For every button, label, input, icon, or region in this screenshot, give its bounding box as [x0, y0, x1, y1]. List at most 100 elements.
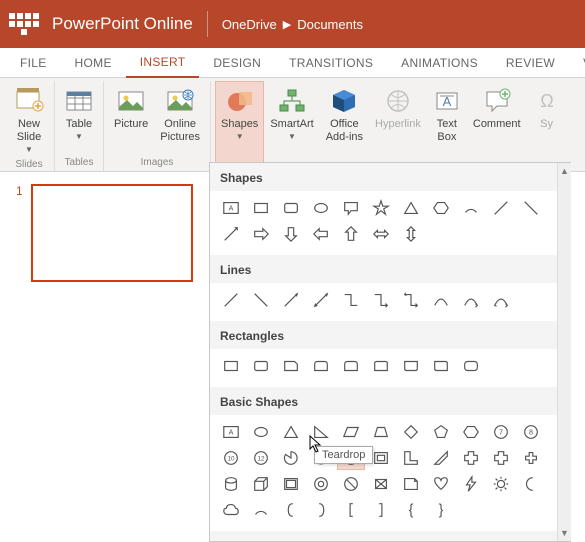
tab-view[interactable]: VIEW [569, 48, 585, 77]
shape-elbow5[interactable] [487, 288, 515, 312]
shape-bs-moon[interactable] [517, 472, 545, 496]
shape-bs-rtri[interactable] [307, 420, 335, 444]
shape-bs-plus2[interactable] [517, 446, 545, 470]
shape-bs-donut[interactable] [307, 472, 335, 496]
shape-r8[interactable] [427, 354, 455, 378]
breadcrumb-item[interactable]: OneDrive [222, 17, 277, 32]
shape-bs-trap[interactable] [367, 420, 395, 444]
table-button[interactable]: Table▼ [59, 81, 99, 155]
shape-bs-rb[interactable] [307, 498, 335, 522]
shape-line3[interactable] [217, 222, 245, 246]
shape-bs-bevel[interactable] [277, 472, 305, 496]
shape-bs-diamond[interactable] [397, 420, 425, 444]
shape-r2[interactable] [247, 354, 275, 378]
shape-arrow-lr[interactable] [367, 222, 395, 246]
shape-bs-lb2[interactable] [337, 498, 365, 522]
shapes-button[interactable]: Shapes▼ [215, 81, 264, 171]
shape-l4[interactable] [307, 288, 335, 312]
gallery-scrollbar[interactable]: ▲ ▼ [557, 163, 571, 541]
shape-bs-sun[interactable] [487, 472, 515, 496]
shape-rect[interactable] [247, 196, 275, 220]
shape-bs-arc2[interactable] [247, 498, 275, 522]
shape-r6[interactable] [367, 354, 395, 378]
new-slide-button[interactable]: NewSlide▼ [8, 81, 50, 157]
shape-bs-rcb[interactable]: } [427, 498, 455, 522]
picture-button[interactable]: Picture [108, 81, 154, 155]
tab-animations[interactable]: ANIMATIONS [387, 48, 492, 77]
shape-hexagon[interactable] [427, 196, 455, 220]
slide-thumbnail[interactable] [31, 184, 193, 282]
shape-elbow1[interactable] [337, 288, 365, 312]
shape-r1[interactable] [217, 354, 245, 378]
shape-bs-tri[interactable] [277, 420, 305, 444]
shape-arrow-r[interactable] [247, 222, 275, 246]
shape-bs-fold[interactable] [397, 472, 425, 496]
shape-bs-12[interactable]: 12 [247, 446, 275, 470]
shape-l3[interactable] [277, 288, 305, 312]
text-box-button[interactable]: ATextBox [427, 81, 467, 171]
shape-text-box[interactable]: A [217, 196, 245, 220]
shape-triangle[interactable] [397, 196, 425, 220]
shape-bs-no[interactable] [337, 472, 365, 496]
shape-bs-lb[interactable] [277, 498, 305, 522]
tab-file[interactable]: FILE [6, 48, 61, 77]
shape-bs-cross[interactable] [457, 446, 485, 470]
shape-arrow-l[interactable] [307, 222, 335, 246]
shape-line[interactable] [487, 196, 515, 220]
shape-round-rect[interactable] [277, 196, 305, 220]
scroll-down-icon[interactable]: ▼ [558, 525, 571, 541]
shape-bs-can[interactable] [217, 472, 245, 496]
online-pictures-button[interactable]: OnlinePictures [154, 81, 206, 155]
tab-design[interactable]: DESIGN [199, 48, 275, 77]
tab-insert[interactable]: INSERT [126, 48, 200, 78]
shape-r4[interactable] [307, 354, 335, 378]
shape-bs-bolt[interactable] [457, 472, 485, 496]
shape-arrow-u[interactable] [337, 222, 365, 246]
shape-bs-cube[interactable] [247, 472, 275, 496]
shape-bs-para[interactable] [337, 420, 365, 444]
office-addins-button[interactable]: OfficeAdd-ins [320, 81, 369, 171]
shape-bs-plus[interactable] [487, 446, 515, 470]
smartart-button[interactable]: SmartArt▼ [264, 81, 319, 171]
shape-bs-7[interactable]: 7 [487, 420, 515, 444]
shape-arrow-ud[interactable] [397, 222, 425, 246]
online-pictures-label: OnlinePictures [160, 118, 200, 144]
shape-arrow-d[interactable] [277, 222, 305, 246]
shape-elbow2[interactable] [367, 288, 395, 312]
shape-r5[interactable] [337, 354, 365, 378]
shape-bs-oval[interactable] [247, 420, 275, 444]
shape-arc[interactable] [457, 196, 485, 220]
shape-r9[interactable] [457, 354, 485, 378]
shape-bs-pent[interactable] [427, 420, 455, 444]
shape-bs-text[interactable]: A [217, 420, 245, 444]
shape-bs-pie[interactable] [277, 446, 305, 470]
app-launcher-icon[interactable] [8, 8, 40, 40]
shape-bs-10[interactable]: 10 [217, 446, 245, 470]
shape-r7[interactable] [397, 354, 425, 378]
shape-bs-heart[interactable] [427, 472, 455, 496]
shape-r3[interactable] [277, 354, 305, 378]
shape-bs-hex[interactable] [457, 420, 485, 444]
shape-bs-rb2[interactable] [367, 498, 395, 522]
shape-speech[interactable] [337, 196, 365, 220]
scroll-up-icon[interactable]: ▲ [558, 163, 571, 179]
shape-curve1[interactable] [427, 288, 455, 312]
shape-bs-block[interactable] [367, 472, 395, 496]
shape-bs-lcb[interactable]: { [397, 498, 425, 522]
shape-elbow4[interactable] [457, 288, 485, 312]
shape-line2[interactable] [517, 196, 545, 220]
tab-home[interactable]: HOME [61, 48, 126, 77]
shape-elbow3[interactable] [397, 288, 425, 312]
shape-star[interactable] [367, 196, 395, 220]
shape-l2[interactable] [247, 288, 275, 312]
tab-review[interactable]: REVIEW [492, 48, 569, 77]
comment-button[interactable]: Comment [467, 81, 527, 171]
shape-bs-cloud[interactable] [217, 498, 245, 522]
shape-bs-l[interactable] [397, 446, 425, 470]
tab-transitions[interactable]: TRANSITIONS [275, 48, 387, 77]
shape-bs-diag[interactable] [427, 446, 455, 470]
breadcrumb-item[interactable]: Documents [297, 17, 363, 32]
shape-oval[interactable] [307, 196, 335, 220]
shape-l1[interactable] [217, 288, 245, 312]
shape-bs-8[interactable]: 8 [517, 420, 545, 444]
